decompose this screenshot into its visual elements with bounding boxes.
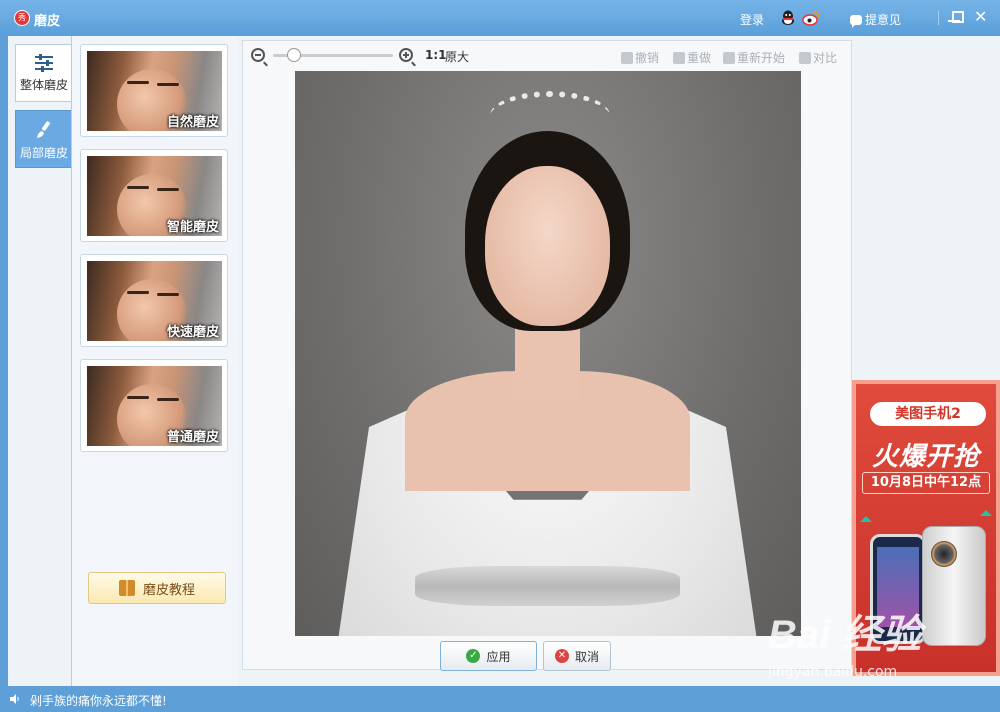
compare-button[interactable]: 对比 [799, 49, 837, 66]
effect-list: 自然磨皮 智能磨皮 快速磨皮 普通磨皮 磨皮教程 [72, 36, 238, 686]
photo-face [485, 166, 610, 326]
effect-label: 普通磨皮 [166, 430, 219, 445]
effect-smart[interactable]: 智能磨皮 [80, 149, 228, 242]
photo-belt [415, 566, 680, 606]
tab-overall-smoothing[interactable]: 整体磨皮 [15, 44, 72, 102]
tab-local-label: 局部磨皮 [19, 146, 68, 160]
tab-local-smoothing[interactable]: 局部磨皮 [15, 110, 72, 168]
zoom-original-label[interactable]: 原大 [445, 48, 469, 65]
check-icon: ✓ [466, 649, 481, 663]
photo-preview[interactable] [295, 71, 801, 636]
effect-label: 自然磨皮 [166, 115, 219, 130]
status-message[interactable]: 剁手族的痛你永远都不懂! [30, 692, 167, 709]
watermark-logo: Bai 经验 [768, 613, 922, 657]
qq-icon[interactable] [780, 10, 796, 26]
zoom-ratio-button[interactable]: 1:1 [425, 48, 447, 62]
restart-button[interactable]: 重新开始 [723, 49, 785, 66]
weibo-icon[interactable] [802, 10, 820, 26]
feedback-button[interactable]: 提意见 [850, 11, 901, 28]
tutorial-button[interactable]: 磨皮教程 [88, 572, 226, 604]
app-logo-icon: 秀 [14, 10, 30, 26]
zoom-out-icon[interactable] [251, 48, 268, 67]
book-icon [118, 580, 135, 596]
sliders-icon [35, 54, 53, 72]
window-title: 磨皮 [34, 14, 61, 29]
effect-label: 智能磨皮 [166, 220, 219, 235]
feedback-label: 提意见 [865, 13, 902, 27]
tab-overall-label: 整体磨皮 [19, 78, 68, 92]
cancel-label: 取消 [574, 649, 599, 664]
status-bar: 剁手族的痛你永远都不懂! [0, 686, 1000, 712]
redo-button[interactable]: 重做 [673, 49, 711, 66]
speaker-icon [10, 694, 19, 704]
apply-button[interactable]: ✓ 应用 [440, 641, 537, 671]
redo-label: 重做 [687, 51, 712, 65]
close-button[interactable]: ✕ [974, 9, 990, 25]
baidu-watermark: Bai 经验 jingyan.baidu.com [768, 602, 1000, 692]
photo-tiara [490, 91, 610, 141]
undo-label: 撤销 [635, 51, 660, 65]
undo-icon [621, 51, 633, 64]
compare-label: 对比 [813, 51, 838, 65]
effect-label: 快速磨皮 [166, 325, 219, 340]
restart-icon [723, 51, 735, 64]
chat-bubble-icon [850, 14, 862, 28]
title-divider [938, 11, 939, 25]
zoom-slider-thumb[interactable] [287, 48, 301, 62]
watermark-url: jingyan.baidu.com [768, 664, 898, 680]
restart-label: 重新开始 [737, 51, 786, 65]
zoom-in-icon[interactable] [399, 48, 416, 67]
ad-badge: 美图手机2 [870, 402, 986, 426]
effect-fast[interactable]: 快速磨皮 [80, 254, 228, 347]
ad-spark-icon [860, 510, 872, 522]
login-link[interactable]: 登录 [740, 11, 764, 28]
apply-label: 应用 [486, 649, 511, 664]
cancel-icon: ✕ [554, 649, 569, 663]
compare-icon [799, 51, 811, 64]
cancel-button[interactable]: ✕ 取消 [543, 641, 611, 671]
maximize-button[interactable] [952, 11, 964, 23]
tutorial-label: 磨皮教程 [142, 582, 195, 598]
title-bar: 秀 磨皮 登录 提意见 ✕ [0, 0, 1000, 36]
redo-icon [673, 51, 685, 64]
effect-normal[interactable]: 普通磨皮 [80, 359, 228, 452]
ad-spark-icon [980, 504, 992, 516]
ad-headline: 火爆开抢 [871, 442, 980, 472]
brush-icon [37, 121, 51, 138]
canvas-toolbar: 1:1 原大 撤销 重做 重新开始 对比 [243, 41, 851, 69]
main-frame: 整体磨皮 局部磨皮 自然磨皮 智能磨皮 快速磨皮 普通磨皮 磨皮教程 1:1 原… [8, 36, 1000, 686]
undo-button[interactable]: 撤销 [621, 49, 659, 66]
effect-natural[interactable]: 自然磨皮 [80, 44, 228, 137]
ad-date: 10月8日中午12点 [862, 472, 990, 494]
canvas-area: 1:1 原大 撤销 重做 重新开始 对比 ✓ 应用 ✕ 取消 [242, 40, 852, 671]
